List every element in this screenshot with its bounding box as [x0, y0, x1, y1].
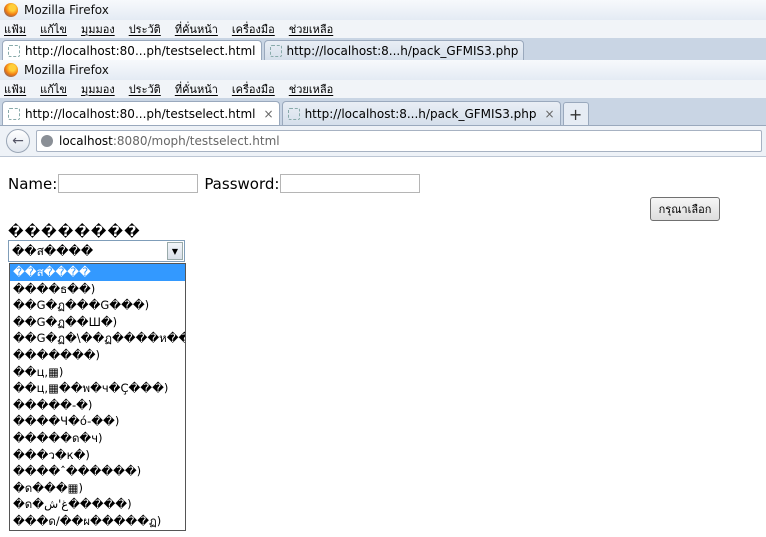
tab-behind-2[interactable]: http://localhost:8...h/pack_GFMIS3.php	[263, 40, 525, 60]
globe-icon	[41, 135, 53, 147]
select-label: ��������	[8, 224, 141, 240]
dropdown-option[interactable]: ��G�ฏ��Ш�)	[10, 314, 185, 331]
dropdown-option[interactable]: ����ˆ������)	[10, 463, 185, 480]
submit-button[interactable]: กรุณาเลือก	[650, 197, 720, 221]
menu-file[interactable]: แฟ้ม	[4, 80, 26, 98]
tab-testselect-label: http://localhost:80...ph/testselect.html	[25, 106, 256, 121]
firefox-logo-icon	[4, 3, 18, 17]
dropdown-option[interactable]: ��ส����	[10, 264, 185, 281]
navigation-bar: ← localhost:8080/moph/testselect.html	[0, 126, 766, 157]
dropdown-list[interactable]: ��ส���� ����ธ��) ��G�ฏ���G���) ��G�ฏ��Ш�) ��…	[9, 263, 186, 531]
password-input[interactable]	[280, 174, 421, 193]
dropdown-option[interactable]: �������)	[10, 347, 185, 364]
dropdown-option[interactable]: ��G�ฏ�\��ฏ����ห��)	[10, 330, 185, 347]
menu-help-behind[interactable]: ช่วยเหลือ	[289, 20, 333, 38]
page-icon	[269, 44, 282, 57]
close-tab-icon[interactable]: ×	[264, 107, 274, 121]
password-label: Password:	[204, 174, 280, 193]
page-icon	[8, 44, 20, 57]
firefox-logo-icon	[4, 63, 18, 77]
dropdown-option[interactable]: ��G�ฏ���G���)	[10, 297, 185, 314]
tab-testselect[interactable]: http://localhost:80...ph/testselect.html…	[2, 101, 280, 125]
new-tab-button[interactable]: +	[562, 102, 589, 125]
menu-view[interactable]: มุมมอง	[81, 80, 115, 98]
tab-strip-behind: http://localhost:80...ph/testselect.html…	[0, 38, 766, 61]
background-window: Mozilla Firefox แฟ้ม แก้ไข มุมมอง ประวัต…	[0, 0, 766, 61]
page-icon	[8, 107, 20, 120]
url-path: :8080/moph/testselect.html	[112, 134, 280, 148]
menu-bar: แฟ้ม แก้ไข มุมมอง ประวัติ ที่คั่นหน้า เค…	[0, 80, 766, 98]
menu-history[interactable]: ประวัติ	[129, 80, 161, 98]
dropdown-option[interactable]: ��ц,▦)	[10, 364, 185, 381]
dropdown-option[interactable]: ��ц,▦��พ�ч�Ç���)	[10, 380, 185, 397]
menu-edit[interactable]: แก้ไข	[40, 80, 67, 98]
back-button[interactable]: ←	[6, 129, 30, 153]
tab-pack-gfmis3[interactable]: http://localhost:8...h/pack_GFMIS3.php ×	[281, 101, 561, 125]
url-host: localhost	[59, 134, 113, 148]
dropdown-option[interactable]: �ด���▦)	[10, 480, 185, 497]
menu-bookmarks[interactable]: ที่คั่นหน้า	[175, 80, 218, 98]
chevron-down-icon: ▼	[171, 246, 179, 256]
name-input[interactable]	[58, 174, 199, 193]
back-arrow-icon: ←	[12, 133, 24, 149]
page-content: Name: Password: กรุณาเลือก �������� ��ส�…	[0, 167, 766, 537]
url-bar[interactable]: localhost:8080/moph/testselect.html	[36, 130, 762, 152]
browser-window: Mozilla Firefox แฟ้ม แก้ไข มุมมอง ประวัต…	[0, 60, 766, 157]
province-select[interactable]: ��ส���� ▼	[8, 240, 185, 262]
tab-behind-1[interactable]: http://localhost:80...ph/testselect.html	[2, 40, 262, 60]
menu-tools-behind[interactable]: เครื่องมือ	[232, 20, 275, 38]
login-row: Name: Password:	[8, 174, 426, 193]
menu-tools[interactable]: เครื่องมือ	[232, 80, 275, 98]
dropdown-option[interactable]: ���ว�к�)	[10, 447, 185, 464]
select-value: ��ส����	[12, 243, 94, 258]
menu-bookmarks-behind[interactable]: ที่คั่นหน้า	[175, 20, 218, 38]
tab-strip: http://localhost:80...ph/testselect.html…	[0, 98, 766, 126]
tab-pack-gfmis3-label: http://localhost:8...h/pack_GFMIS3.php	[304, 106, 537, 121]
tab-behind-1-label: http://localhost:80...ph/testselect.html	[25, 43, 256, 58]
title-bar: Mozilla Firefox	[0, 60, 766, 80]
name-label: Name:	[8, 174, 58, 193]
dropdown-option[interactable]: ����Ч�ó-��)	[10, 413, 185, 430]
menu-edit-behind[interactable]: แก้ไข	[40, 20, 67, 38]
close-tab-icon[interactable]: ×	[544, 107, 554, 121]
dropdown-option[interactable]: ����ธ��)	[10, 281, 185, 298]
menu-help[interactable]: ช่วยเหลือ	[289, 80, 333, 98]
tab-behind-2-label: http://localhost:8...h/pack_GFMIS3.php	[286, 43, 519, 58]
title-bar-behind: Mozilla Firefox	[0, 0, 766, 20]
dropdown-option[interactable]: �����ด�ч)	[10, 430, 185, 447]
window-title: Mozilla Firefox	[24, 63, 109, 77]
menu-view-behind[interactable]: มุมมอง	[81, 20, 115, 38]
dropdown-arrow-button[interactable]: ▼	[167, 242, 183, 260]
dropdown-option[interactable]: �����-�)	[10, 397, 185, 414]
menu-bar-behind: แฟ้ม แก้ไข มุมมอง ประวัติ ที่คั่นหน้า เค…	[0, 20, 766, 38]
menu-file-behind[interactable]: แฟ้ม	[4, 20, 26, 38]
menu-history-behind[interactable]: ประวัติ	[129, 20, 161, 38]
dropdown-option[interactable]: �ด�غ'ش�����)	[10, 496, 185, 513]
page-icon	[287, 107, 300, 120]
window-title-behind: Mozilla Firefox	[24, 3, 109, 17]
dropdown-option[interactable]: ���ด/��ผ�����ฏ)	[10, 513, 185, 530]
